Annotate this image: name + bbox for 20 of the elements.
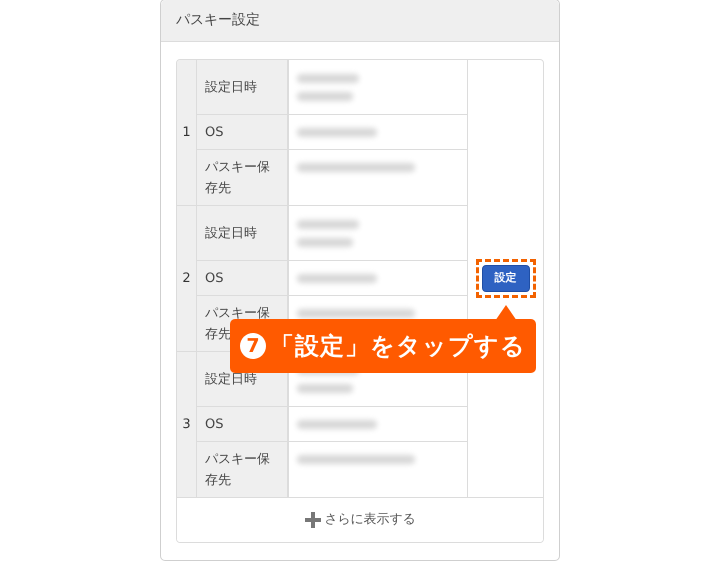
- blurred-text: [297, 74, 359, 82]
- field-label: パスキー保存先: [197, 442, 289, 497]
- field-label: パスキー保存先: [197, 150, 289, 205]
- row-index: 3: [177, 352, 197, 497]
- field-label: 設定日時: [197, 60, 289, 114]
- panel-title: パスキー設定: [176, 11, 260, 30]
- blurred-text: [297, 220, 359, 228]
- settings-button[interactable]: 設定: [482, 265, 530, 292]
- row-index: 1: [177, 60, 197, 205]
- show-more-button[interactable]: さらに表示する: [177, 497, 543, 542]
- blurred-text: [297, 238, 353, 246]
- field-label: OS: [197, 261, 289, 295]
- field-label: 設定日時: [197, 206, 289, 260]
- field-label: OS: [197, 115, 289, 149]
- row-index: 2: [177, 206, 197, 351]
- blurred-text: [297, 92, 353, 100]
- step-number: 7: [240, 333, 266, 359]
- field-label: OS: [197, 407, 289, 441]
- plus-icon: [304, 512, 320, 528]
- blurred-text: [297, 384, 353, 392]
